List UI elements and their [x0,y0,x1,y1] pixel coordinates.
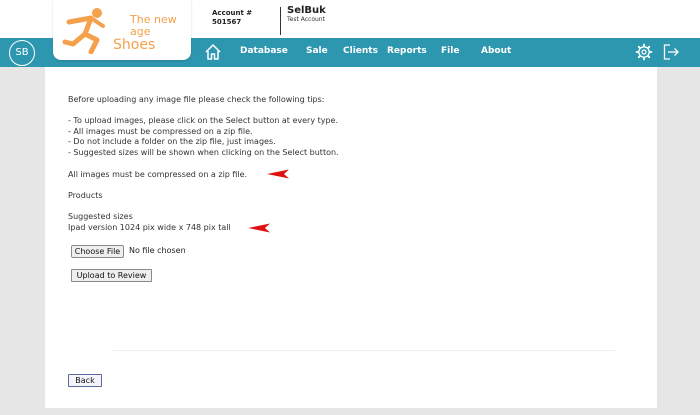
home-icon[interactable] [204,43,222,61]
tip-1: - To upload images, please click on the … [68,116,339,125]
choose-file-button[interactable]: Choose File [71,245,124,258]
sizes-value: Ipad version 1024 pix wide x 748 pix tal… [68,223,231,232]
nav-clients[interactable]: Clients [343,46,378,56]
app-logo[interactable]: The new age Shoes [53,0,191,60]
logo-text-line3: Shoes [113,37,156,53]
divider [113,350,615,351]
nav-sale[interactable]: Sale [306,46,328,56]
red-arrow-icon [248,223,270,233]
intro-text: Before uploading any image file please c… [68,95,325,104]
tip-4: - Suggested sizes will be shown when cli… [68,148,339,157]
red-arrow-icon [267,169,289,179]
zip-notice: All images must be compressed on a zip f… [68,170,248,179]
upload-panel: Before uploading any image file please c… [45,67,657,408]
upload-to-review-button[interactable]: Upload to Review [71,269,152,282]
brand-subtitle: Test Account [287,16,325,23]
sizes-label: Suggested sizes [68,212,133,221]
nav-about[interactable]: About [481,46,511,56]
sb-badge-icon[interactable]: SB [9,40,35,66]
account-number: 501567 [212,18,242,26]
back-button[interactable]: Back [68,374,102,387]
header-divider [280,7,281,35]
nav-reports[interactable]: Reports [387,46,427,56]
gear-icon[interactable] [635,43,653,61]
section-label: Products [68,191,103,200]
runner-logo-icon [62,8,105,54]
nav-file[interactable]: File [441,46,459,56]
tip-2: - All images must be compressed on a zip… [68,127,253,136]
file-status: No file chosen [129,246,186,255]
logout-icon[interactable] [662,43,680,61]
nav-database[interactable]: Database [240,46,288,56]
tip-3: - Do not include a folder on the zip fil… [68,137,276,146]
brand-name: SelBuk [287,5,326,16]
account-label: Account # [212,9,253,17]
